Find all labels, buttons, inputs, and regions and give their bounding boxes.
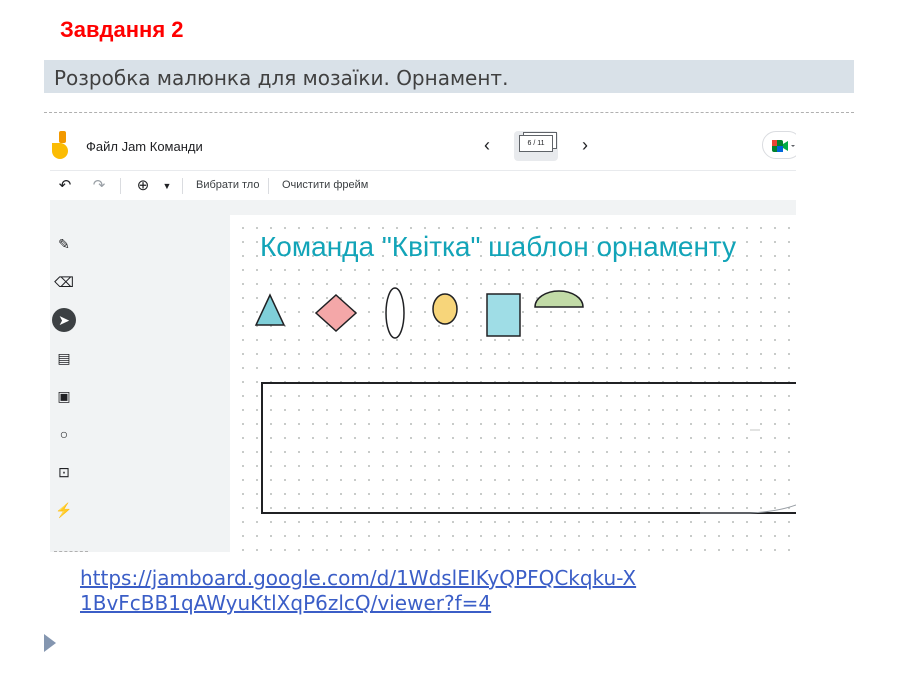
- square-shape[interactable]: [486, 293, 521, 337]
- meet-icon: [772, 140, 795, 152]
- jamboard-toolbar: ↶ ↷ ⊕ ▼ Вибрати тло Очистити фрейм: [50, 170, 796, 200]
- frame-bar-button[interactable]: 6 / 11: [514, 131, 558, 161]
- set-background-button[interactable]: Вибрати тло: [196, 179, 259, 191]
- select-icon[interactable]: ➤: [52, 308, 76, 332]
- shapes-layer: [254, 287, 796, 514]
- undo-icon[interactable]: ↶: [54, 176, 76, 196]
- triangle-shape[interactable]: [254, 293, 286, 326]
- task-title: Завдання 2: [60, 17, 184, 42]
- frame-counter: 6 / 11: [519, 135, 553, 152]
- semicircle-shape[interactable]: [534, 290, 584, 308]
- pen-icon[interactable]: ✎: [52, 232, 76, 256]
- pen-stroke: [700, 504, 796, 514]
- prev-frame-icon[interactable]: ‹: [478, 134, 496, 156]
- side-toolbar: ✎ ⌫ ➤ ▤ ▣ ○ ⊡ ⚡: [52, 230, 80, 550]
- chevron-down-icon[interactable]: ▼: [156, 176, 178, 196]
- jam-canvas[interactable]: Команда "Квітка" шаблон орнаменту: [230, 215, 796, 552]
- jamboard-link[interactable]: https://jamboard.google.com/d/1WdslEIKyQ…: [80, 566, 640, 616]
- ornament-frame[interactable]: [261, 382, 796, 514]
- file-title[interactable]: Файл Jam Команди: [86, 139, 203, 154]
- clear-frame-button[interactable]: Очистити фрейм: [282, 179, 368, 191]
- next-frame-icon[interactable]: ›: [576, 134, 594, 156]
- redo-icon[interactable]: ↷: [88, 176, 110, 196]
- sticky-note-icon[interactable]: ▤: [52, 346, 76, 370]
- eraser-icon[interactable]: ⌫: [52, 270, 76, 294]
- diamond-shape[interactable]: [314, 293, 358, 333]
- divider: [44, 112, 854, 113]
- meet-button[interactable]: [762, 131, 796, 159]
- laser-icon[interactable]: ⚡: [52, 498, 76, 522]
- subtitle-bar: Розробка малюнка для мозаїки. Орнамент.: [44, 60, 854, 93]
- circle-shape[interactable]: [432, 293, 458, 325]
- board-area: ✎ ⌫ ➤ ▤ ▣ ○ ⊡ ⚡ Команда "Квітка" шаблон …: [50, 200, 796, 552]
- image-icon[interactable]: ▣: [52, 384, 76, 408]
- slide-subtitle: Розробка малюнка для мозаїки. Орнамент.: [54, 66, 509, 90]
- text-box-icon[interactable]: ⊡: [52, 460, 76, 484]
- jamboard-logo-icon: [52, 131, 68, 159]
- oval-shape[interactable]: [385, 287, 405, 339]
- jamboard-screenshot: Файл Jam Команди ‹ 6 / 11 › ↶ ↷ ⊕ ▼ Вибр…: [44, 125, 796, 552]
- zoom-icon[interactable]: ⊕: [132, 176, 154, 196]
- bullet-arrow-icon: [44, 634, 56, 652]
- circle-icon[interactable]: ○: [52, 422, 76, 446]
- jamboard-topbar: Файл Jam Команди ‹ 6 / 11 ›: [44, 125, 796, 167]
